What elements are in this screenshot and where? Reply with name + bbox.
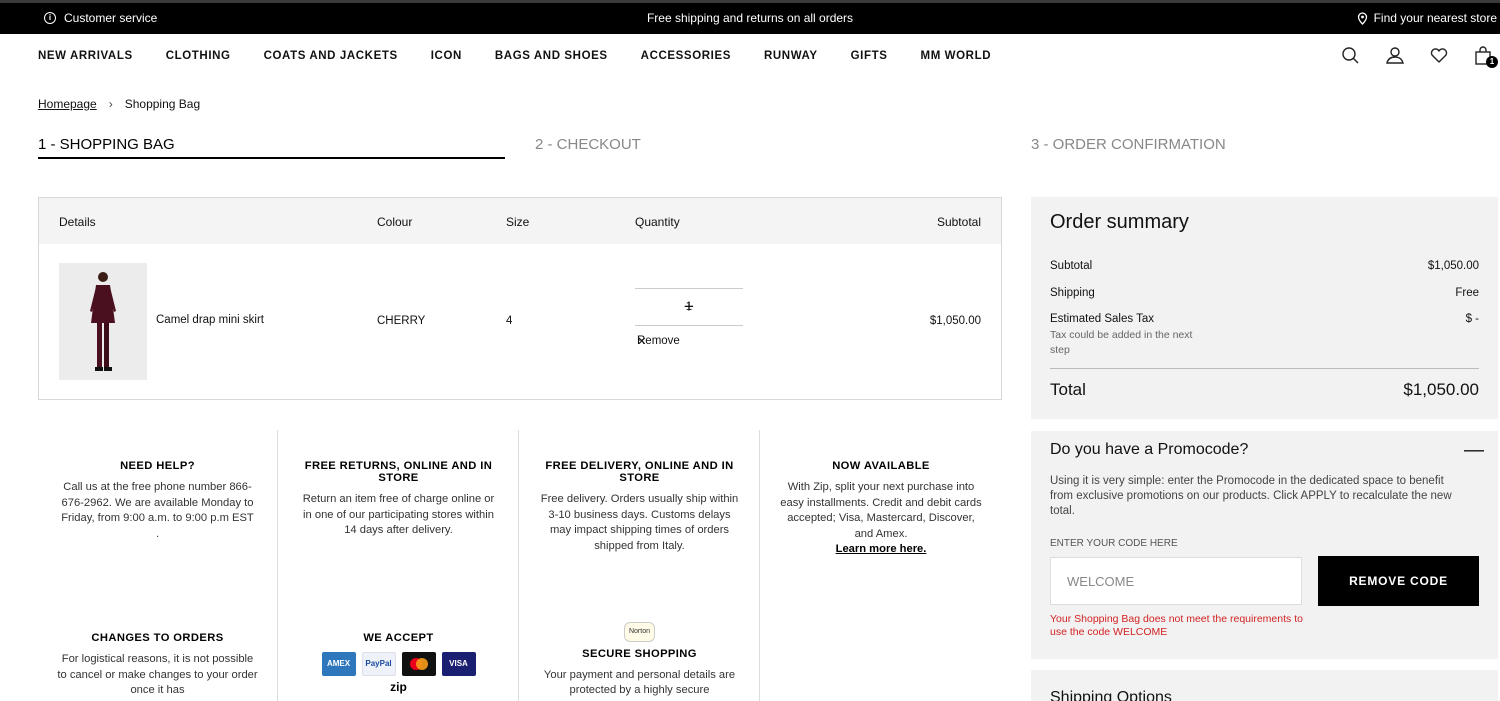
secure-shopping-title: SECURE SHOPPING xyxy=(582,647,697,660)
we-accept-title: WE ACCEPT xyxy=(363,632,434,644)
breadcrumb-current: Shopping Bag xyxy=(124,97,201,111)
chevron-right-icon: › xyxy=(108,97,113,111)
total-value: $1,050.00 xyxy=(1403,380,1479,399)
step-shopping-bag: 1 - SHOPPING BAG xyxy=(38,136,505,159)
product-colour: CHERRY xyxy=(377,315,426,327)
shipping-value: Free xyxy=(1455,287,1479,299)
promocode-panel: Do you have a Promocode? — Using it is v… xyxy=(1031,431,1498,659)
product-subtotal: $1,050.00 xyxy=(929,315,981,327)
zip-logo-icon: zip xyxy=(390,680,407,694)
increase-quantity-button[interactable]: + xyxy=(679,297,699,317)
nav-accessories[interactable]: ACCESSORIES xyxy=(641,50,731,62)
header-subtotal: Subtotal xyxy=(936,215,981,229)
summary-total-row: Total $1,050.00 xyxy=(1050,368,1479,400)
subtotal-value: $1,050.00 xyxy=(1427,260,1479,272)
nav-clothing[interactable]: CLOTHING xyxy=(166,50,231,62)
paypal-logo-icon: PayPal xyxy=(361,652,396,676)
quantity-stepper: − 1 + xyxy=(635,288,743,326)
breadcrumb: Homepage › Shopping Bag xyxy=(38,97,200,111)
mastercard-logo-icon xyxy=(401,652,436,676)
nav-gifts[interactable]: GIFTS xyxy=(851,50,888,62)
now-available-title: NOW AVAILABLE xyxy=(832,460,930,472)
store-finder-label: Find your nearest store xyxy=(1373,11,1497,25)
nav-icon[interactable]: ICON xyxy=(431,50,462,62)
wishlist-heart-icon[interactable] xyxy=(1428,46,1450,66)
order-summary: Order summary Subtotal $1,050.00 Shippin… xyxy=(1031,197,1498,419)
tax-note: Tax could be added in the next step xyxy=(1050,329,1193,356)
info-column-returns: FREE RETURNS, ONLINE AND IN STORE Return… xyxy=(279,430,519,701)
summary-shipping-row: Shipping Free xyxy=(1050,287,1479,299)
remove-code-button[interactable]: REMOVE CODE xyxy=(1318,556,1479,606)
step-order-confirmation: 3 - ORDER CONFIRMATION xyxy=(1031,136,1226,153)
changes-title: CHANGES TO ORDERS xyxy=(91,632,224,644)
nav-bags-and-shoes[interactable]: BAGS AND SHOES xyxy=(495,50,608,62)
shipping-label: Shipping xyxy=(1050,287,1095,299)
nav-icons: 1 xyxy=(1340,46,1498,68)
account-icon[interactable] xyxy=(1384,46,1406,66)
header-quantity: Quantity xyxy=(635,215,680,229)
info-column-now-available: NOW AVAILABLE With Zip, split your next … xyxy=(761,430,1001,701)
shipping-options-panel: Shipping Options xyxy=(1031,670,1498,701)
free-returns-text: Return an item free of charge online or … xyxy=(302,493,495,536)
payment-cards: AMEX PayPal VISA xyxy=(297,652,500,676)
table-header: Details Colour Size Quantity Subtotal xyxy=(39,198,1001,244)
need-help-dot: . xyxy=(155,527,160,540)
location-pin-icon xyxy=(1357,11,1367,25)
shipping-options-title[interactable]: Shipping Options xyxy=(1050,689,1172,701)
search-icon[interactable] xyxy=(1340,46,1362,66)
shopping-bag-icon[interactable]: 1 xyxy=(1472,46,1498,68)
product-name[interactable]: Camel drap mini skirt xyxy=(156,314,264,326)
product-size: 4 xyxy=(506,315,513,327)
free-returns-title: FREE RETURNS, ONLINE AND IN STORE xyxy=(304,460,493,484)
promo-banner: Free shipping and returns on all orders xyxy=(646,11,854,25)
learn-more-link[interactable]: Learn more here. xyxy=(779,542,983,558)
collapse-minus-icon[interactable]: — xyxy=(1464,439,1484,462)
nav-mm-world[interactable]: MM WORLD xyxy=(921,50,992,62)
checkout-steps: 1 - SHOPPING BAG 2 - CHECKOUT 3 - ORDER … xyxy=(38,136,1238,160)
header-colour: Colour xyxy=(377,215,413,229)
subtotal-label: Subtotal xyxy=(1050,260,1093,272)
total-label: Total xyxy=(1050,380,1086,399)
main-nav: NEW ARRIVALS CLOTHING COATS AND JACKETS … xyxy=(38,50,991,62)
remove-label: Remove xyxy=(637,335,680,347)
shopping-bag-table: Details Colour Size Quantity Subtotal Ca… xyxy=(38,197,1002,400)
promocode-error: Your Shopping Bag does not meet the requ… xyxy=(1050,613,1303,638)
promocode-input-label: ENTER YOUR CODE HERE xyxy=(1050,538,1178,549)
order-summary-title: Order summary xyxy=(1050,211,1189,233)
amex-logo-icon: AMEX xyxy=(321,652,356,676)
norton-seal-icon: Norton xyxy=(623,622,655,642)
info-column-delivery: FREE DELIVERY, ONLINE AND IN STORE Free … xyxy=(520,430,760,701)
cart-count-badge: 1 xyxy=(1486,56,1498,68)
free-delivery-title: FREE DELIVERY, ONLINE AND IN STORE xyxy=(545,460,734,484)
summary-tax-row: Estimated Sales Tax $ - xyxy=(1050,313,1479,325)
changes-text: For logistical reasons, it is not possib… xyxy=(57,653,258,696)
info-section: NEED HELP? Call us at the free phone num… xyxy=(38,430,1002,701)
secure-shopping-text: Your payment and personal details are pr… xyxy=(543,668,736,697)
free-delivery-text: Free delivery. Orders usually ship withi… xyxy=(540,493,739,552)
visa-logo-icon: VISA xyxy=(441,652,476,676)
promocode-title: Do you have a Promocode? xyxy=(1050,441,1249,458)
breadcrumb-home-link[interactable]: Homepage xyxy=(38,97,97,111)
product-image[interactable] xyxy=(59,263,147,380)
promocode-input[interactable] xyxy=(1050,557,1302,605)
promocode-description: Using it is very simple: enter the Promo… xyxy=(1050,475,1452,517)
header-details: Details xyxy=(59,215,96,229)
nav-runway[interactable]: RUNWAY xyxy=(764,50,818,62)
tax-label: Estimated Sales Tax xyxy=(1050,313,1154,325)
nav-new-arrivals[interactable]: NEW ARRIVALS xyxy=(38,50,133,62)
step-checkout: 2 - CHECKOUT xyxy=(535,136,641,153)
tax-value: $ - xyxy=(1465,313,1479,325)
need-help-text: Call us at the free phone number 866-676… xyxy=(61,481,254,524)
now-available-text: With Zip, split your next purchase into … xyxy=(780,481,982,540)
summary-subtotal-row: Subtotal $1,050.00 xyxy=(1050,260,1479,272)
need-help-title: NEED HELP? xyxy=(120,460,195,472)
nav-coats-and-jackets[interactable]: COATS AND JACKETS xyxy=(264,50,398,62)
header-size: Size xyxy=(506,215,530,229)
info-column-help: NEED HELP? Call us at the free phone num… xyxy=(38,430,278,701)
top-bar: i Customer service Free shipping and ret… xyxy=(0,0,1500,34)
store-finder-link[interactable]: Find your nearest store xyxy=(1357,11,1497,25)
